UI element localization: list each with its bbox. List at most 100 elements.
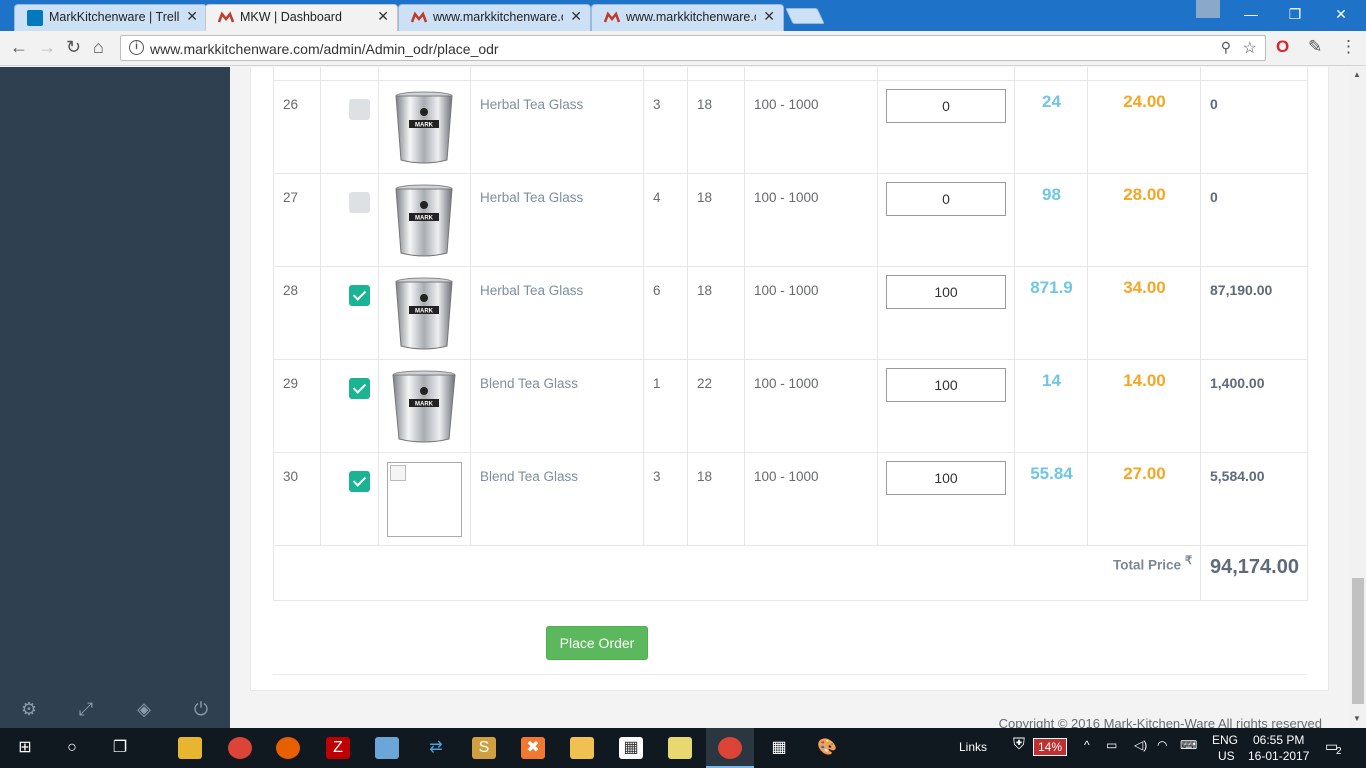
product-rate: 28.00 [1087, 173, 1201, 267]
xampp-icon[interactable]: ✖ [521, 737, 545, 759]
settings-icon[interactable]: ⚙ [18, 698, 40, 720]
firefox-icon[interactable] [276, 737, 300, 759]
main-content: 26 MARK Herbal Tea Glass318100 - 1000242… [230, 67, 1350, 728]
virtualbox-icon[interactable] [375, 737, 399, 759]
chrome-active-icon[interactable] [718, 737, 742, 759]
document-app-icon[interactable] [570, 737, 594, 759]
calculator-icon[interactable]: ▦ [619, 737, 643, 759]
tab-site-1[interactable]: www.markkitchenware.co ✕ [398, 4, 591, 31]
row-number: 26 [273, 80, 321, 174]
quantity-range: 100 - 1000 [744, 80, 878, 174]
minimize-icon[interactable]: — [1228, 3, 1274, 25]
close-tab-icon[interactable]: ✕ [377, 8, 389, 25]
cortana-icon[interactable]: ○ [60, 737, 84, 759]
close-tab-icon[interactable]: ✕ [763, 8, 775, 25]
product-price: 14 [1014, 359, 1088, 453]
bookmark-star-icon[interactable]: ☆ [1243, 38, 1257, 58]
power-plug-icon[interactable]: ▭ [1106, 738, 1117, 752]
profile-icon[interactable] [1196, 0, 1220, 18]
battery-indicator[interactable]: 14% [1033, 738, 1068, 756]
restore-icon[interactable]: ❐ [1272, 3, 1318, 25]
clock-date[interactable]: 16-01-2017 [1248, 749, 1309, 763]
product-image: MARK [378, 80, 471, 174]
fullscreen-icon[interactable]: ⤢ [75, 698, 97, 720]
svg-text:MARK: MARK [415, 309, 434, 315]
tab-dashboard[interactable]: MKW | Dashboard ✕ [205, 4, 398, 31]
filezilla-icon[interactable]: Z [326, 737, 350, 759]
security-shield-icon[interactable]: ⛨ [1013, 736, 1025, 754]
svg-text:MARK: MARK [415, 216, 434, 222]
new-tab-button[interactable] [785, 8, 825, 24]
hide-icon[interactable]: ◈ [133, 698, 155, 720]
product-variant: 6 [643, 266, 688, 360]
order-quantity-input[interactable] [886, 368, 1006, 402]
table-row: 27 MARK Herbal Tea Glass418100 - 1000 982… [273, 173, 1308, 267]
sublime-text-icon[interactable]: S [472, 737, 496, 759]
order-table: 26 MARK Herbal Tea Glass318100 - 1000242… [273, 67, 1308, 601]
row-select-checkbox[interactable] [349, 471, 370, 492]
row-select-checkbox[interactable] [349, 378, 370, 399]
quantity-range: 100 - 1000 [744, 452, 878, 546]
tab-trello[interactable]: MarkKitchenware | Trello ✕ [14, 4, 207, 31]
order-quantity-input[interactable] [886, 461, 1006, 495]
close-tab-icon[interactable]: ✕ [186, 8, 198, 25]
power-icon[interactable]: ⏻ [190, 698, 212, 720]
order-quantity-input[interactable] [886, 182, 1006, 216]
broken-image-icon [387, 462, 462, 537]
calendar-icon[interactable]: ▦ [767, 737, 791, 759]
row-total: 5,584.00 [1200, 452, 1308, 546]
scroll-up-icon[interactable]: ▲ [1353, 70, 1361, 79]
row-select-checkbox[interactable] [349, 285, 370, 306]
product-rate: 27.00 [1087, 452, 1201, 546]
steel-glass-image: MARK [395, 91, 453, 164]
links-toolbar[interactable]: Links [959, 740, 987, 754]
clock-time[interactable]: 06:55 PM [1253, 733, 1304, 747]
show-hidden-icons[interactable]: ^ [1084, 738, 1090, 752]
product-variant: 1 [643, 359, 688, 453]
home-icon[interactable]: ⌂ [93, 37, 104, 58]
wifi-icon[interactable]: ◠ [1157, 738, 1167, 752]
url-text[interactable]: www.markkitchenware.com/admin/Admin_odr/… [150, 41, 499, 57]
product-quantity: 22 [687, 359, 745, 453]
close-window-icon[interactable]: ✕ [1318, 3, 1364, 25]
scrollbar-thumb[interactable] [1352, 578, 1364, 704]
reload-icon[interactable]: ↻ [66, 37, 81, 58]
product-quantity: 18 [687, 266, 745, 360]
paint-icon[interactable]: 🎨 [815, 737, 839, 759]
order-quantity-input[interactable] [886, 89, 1006, 123]
volume-icon[interactable]: ◁) [1134, 738, 1147, 752]
product-rate: 14.00 [1087, 359, 1201, 453]
steel-glass-image: MARK [392, 370, 456, 443]
product-variant: 4 [643, 173, 688, 267]
chrome-icon[interactable] [228, 737, 252, 759]
language-code[interactable]: ENG [1212, 733, 1238, 747]
menu-icon[interactable]: ⋮ [1340, 37, 1357, 57]
key-icon[interactable]: ⚲ [1221, 39, 1231, 56]
region-code[interactable]: US [1218, 749, 1235, 763]
opera-extension-icon[interactable]: O [1276, 37, 1289, 57]
info-icon[interactable]: i [129, 40, 144, 55]
order-panel: 26 MARK Herbal Tea Glass318100 - 1000242… [250, 67, 1329, 691]
forward-icon[interactable]: → [38, 37, 56, 58]
scroll-down-icon[interactable]: ▼ [1353, 714, 1361, 723]
file-explorer-icon[interactable] [178, 737, 202, 759]
close-tab-icon[interactable]: ✕ [570, 8, 582, 25]
product-variant: 3 [643, 452, 688, 546]
order-quantity-input[interactable] [886, 275, 1006, 309]
page-scrollbar[interactable]: ▲ ▼ [1350, 67, 1366, 728]
row-select-checkbox[interactable] [349, 99, 370, 120]
windows-start-icon[interactable]: ⊞ [13, 737, 37, 759]
eyedropper-extension-icon[interactable]: ✎ [1308, 37, 1322, 57]
tab-site-2[interactable]: www.markkitchenware.co ✕ [591, 4, 784, 31]
chart-app-icon[interactable] [668, 737, 692, 759]
back-icon[interactable]: ← [10, 37, 28, 58]
row-total: 0 [1200, 80, 1308, 174]
row-number: 28 [273, 266, 321, 360]
copyright-text: Copyright © 2016 Mark-Kitchen-Ware All r… [998, 716, 1322, 728]
task-view-icon[interactable]: ❐ [108, 737, 132, 759]
address-bar[interactable]: i www.markkitchenware.com/admin/Admin_od… [120, 35, 1266, 61]
row-select-checkbox[interactable] [349, 192, 370, 213]
place-order-button[interactable]: Place Order [546, 626, 648, 660]
teamviewer-icon[interactable]: ⇄ [424, 737, 448, 759]
keyboard-icon[interactable]: ⌨ [1180, 738, 1197, 752]
